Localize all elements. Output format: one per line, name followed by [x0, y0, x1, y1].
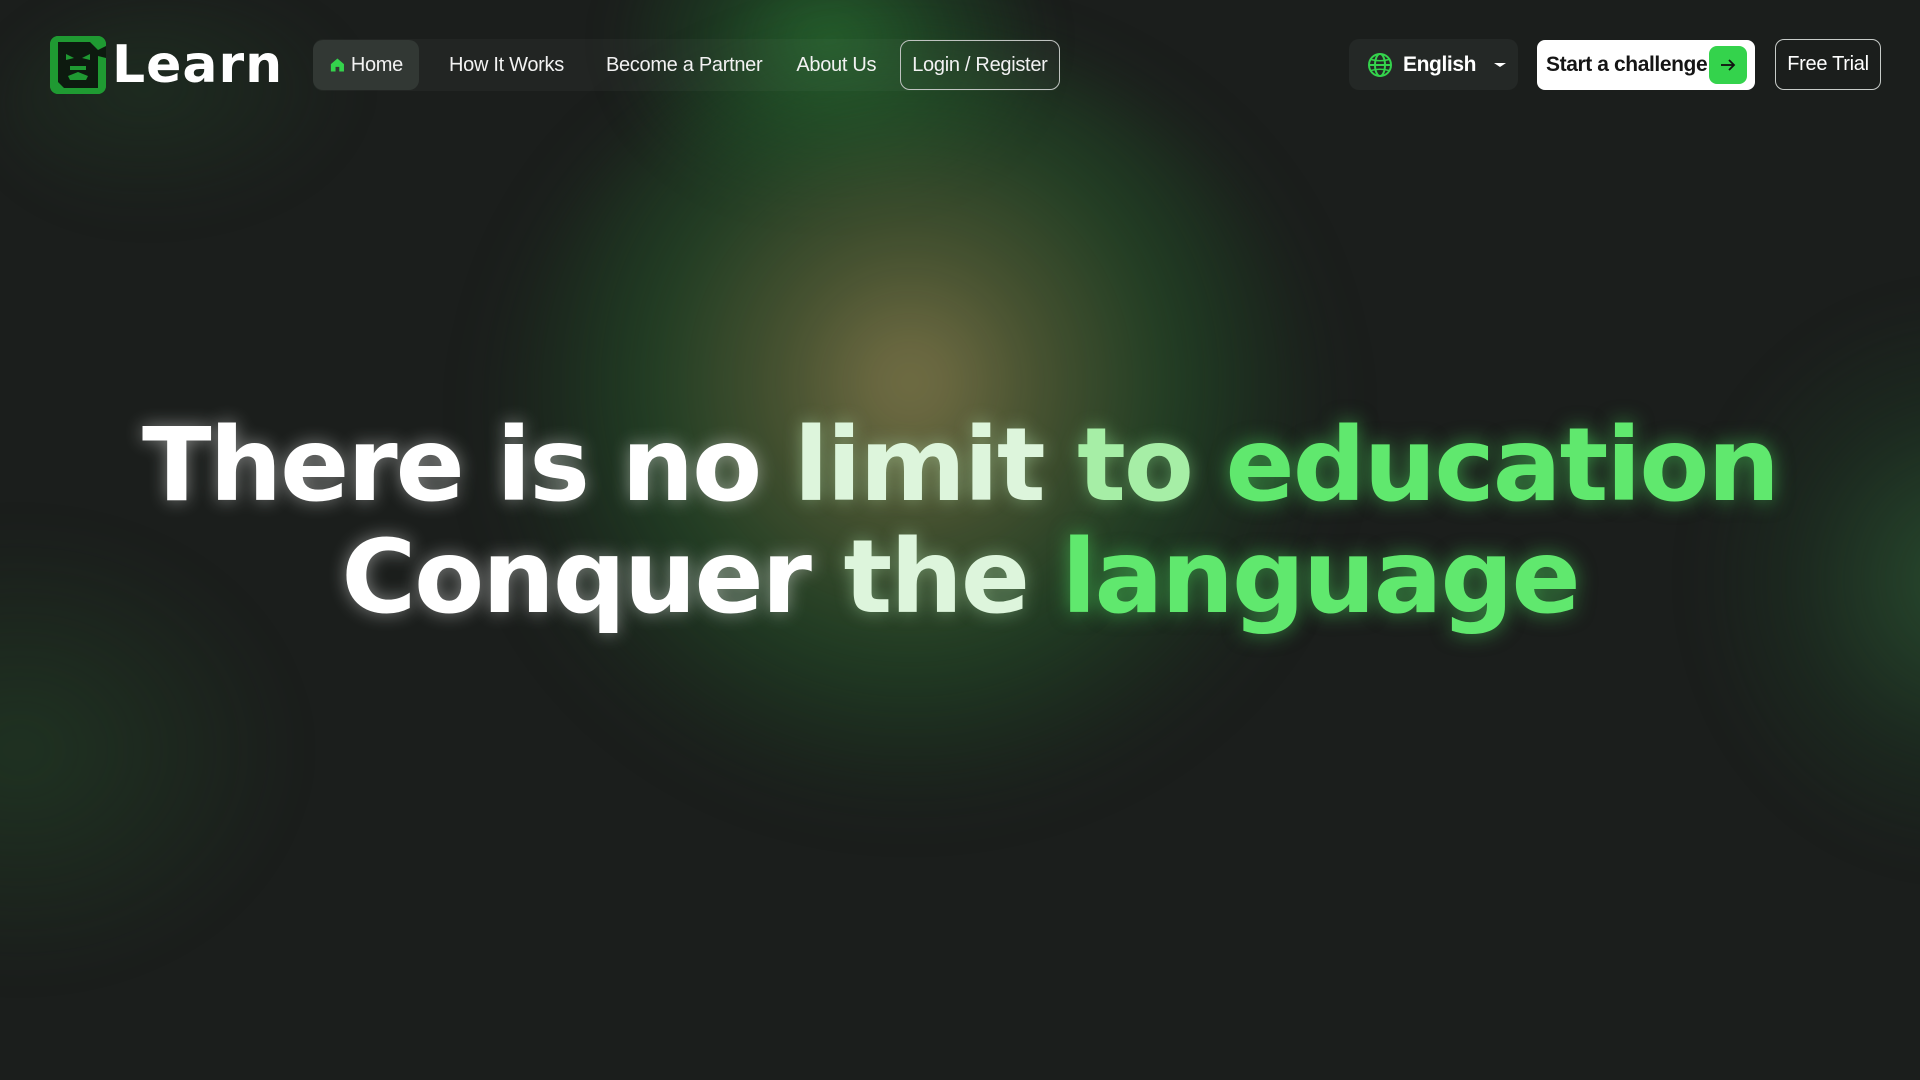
nav-about-us[interactable]: About Us: [780, 40, 892, 90]
logo[interactable]: Learn: [50, 36, 283, 94]
globe-icon: [1368, 52, 1392, 77]
nav-how-it-works[interactable]: How It Works: [433, 40, 580, 90]
chevron-down-icon: [1494, 62, 1507, 67]
main-nav: Home How It Works Become a Partner About…: [313, 39, 1060, 91]
hero-line-2-part-1: Conquer: [341, 518, 812, 637]
landing-page: Learn Home How It Works Become a Partner…: [0, 0, 1920, 1080]
nav-home-label: Home: [350, 53, 403, 76]
hero-line-2-part-2: the: [843, 518, 1031, 637]
nav-become-a-partner[interactable]: Become a Partner: [590, 40, 778, 90]
logo-mascot-icon: [50, 36, 106, 94]
hero-line-1-part-3: to: [1077, 406, 1194, 525]
hero-line-1-part-2: limit: [793, 406, 1046, 525]
hero-line-2: Conquer the language: [0, 522, 1920, 634]
logo-text: Learn: [112, 35, 284, 95]
start-challenge-button[interactable]: Start a challenge: [1537, 40, 1755, 90]
hero-line-2-part-3: language: [1061, 518, 1581, 637]
hero-line-1-part-1: There is no: [141, 406, 762, 525]
hero-line-1-part-4: education: [1225, 406, 1781, 525]
home-icon: [330, 58, 344, 72]
nav-home[interactable]: Home: [313, 40, 419, 90]
language-label: English: [1403, 52, 1477, 76]
login-register-button[interactable]: Login / Register: [900, 40, 1060, 90]
free-trial-button[interactable]: Free Trial: [1775, 39, 1881, 90]
site-header: Learn Home How It Works Become a Partner…: [0, 0, 1920, 130]
arrow-right-icon: [1709, 46, 1747, 84]
hero-headline: There is no limit to education Conquer t…: [0, 410, 1920, 634]
language-selector[interactable]: English: [1349, 39, 1518, 90]
hero-line-1: There is no limit to education: [0, 410, 1920, 522]
start-challenge-label: Start a challenge: [1546, 53, 1708, 76]
